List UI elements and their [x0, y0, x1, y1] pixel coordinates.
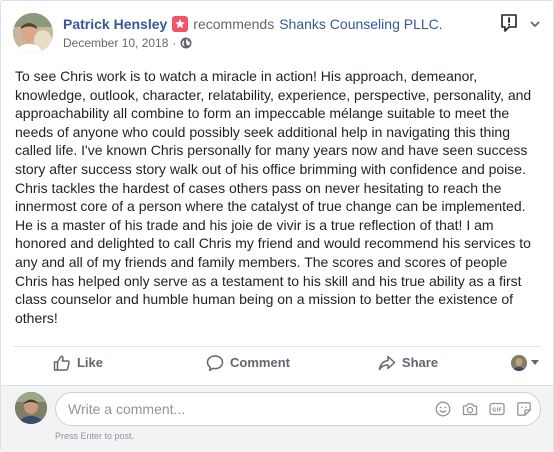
post-meta: December 10, 2018 ·	[63, 36, 192, 50]
post-card: Patrick Hensley recommends Shanks Counse…	[0, 0, 554, 452]
like-button[interactable]: Like	[13, 348, 143, 378]
comment-bubble-icon	[206, 354, 224, 371]
page-link[interactable]: Shanks Counseling PLLC.	[279, 15, 442, 33]
avatar	[15, 392, 47, 424]
like-label: Like	[76, 355, 103, 370]
report-icon[interactable]	[500, 13, 518, 33]
emoji-icon[interactable]	[435, 401, 451, 417]
gif-icon[interactable]: GIF	[489, 401, 505, 417]
sticker-icon[interactable]	[516, 401, 532, 417]
meta-separator: ·	[172, 36, 177, 50]
comment-composer: GIF Press Enter to post.	[1, 385, 553, 452]
avatar	[511, 354, 527, 371]
comment-box: GIF	[55, 392, 541, 426]
post-date[interactable]: December 10, 2018	[63, 36, 168, 50]
share-button[interactable]: Share	[358, 348, 458, 378]
action-bar: Like Comment Share	[13, 346, 541, 378]
caret-down-icon	[531, 360, 539, 365]
share-label: Share	[401, 355, 439, 370]
comment-button[interactable]: Comment	[168, 348, 328, 378]
recommendation-verb: recommends	[193, 16, 275, 32]
post-hint: Press Enter to post.	[55, 431, 135, 441]
author-avatar[interactable]	[13, 13, 53, 53]
comment-input[interactable]	[68, 393, 418, 425]
share-arrow-icon	[378, 355, 396, 370]
author-name[interactable]: Patrick Hensley	[63, 15, 167, 33]
globe-icon[interactable]	[180, 37, 192, 49]
thumbs-up-icon	[53, 355, 70, 371]
chevron-down-icon[interactable]	[529, 17, 541, 29]
star-icon	[172, 16, 189, 32]
post-header-line: Patrick Hensley recommends Shanks Counse…	[63, 15, 443, 33]
react-as-selector[interactable]	[511, 354, 539, 371]
post-text: To see Chris work is to watch a miracle …	[15, 68, 532, 326]
comment-tools: GIF	[424, 401, 532, 417]
camera-icon[interactable]	[462, 401, 478, 417]
comment-label: Comment	[230, 355, 290, 370]
svg-text:GIF: GIF	[492, 408, 502, 414]
